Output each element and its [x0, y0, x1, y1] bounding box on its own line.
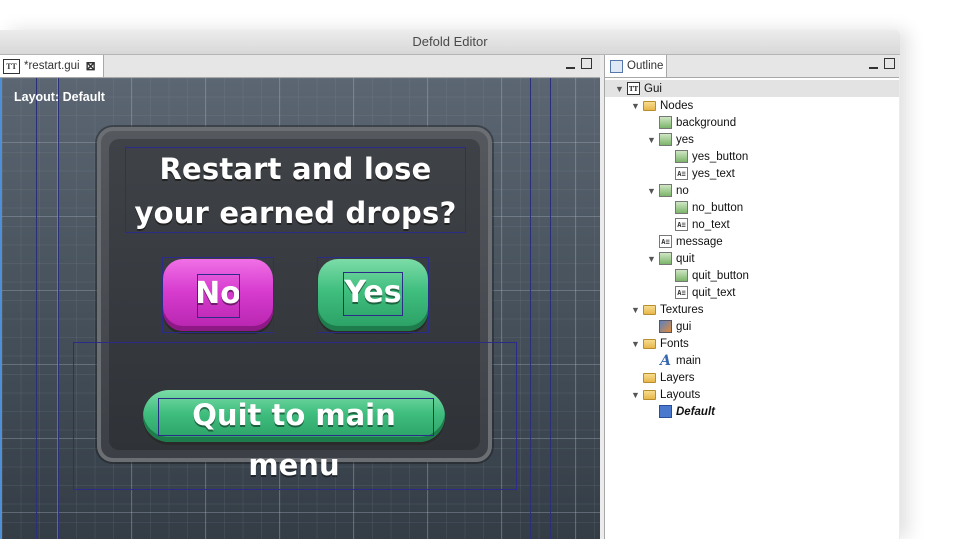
tree-item-label: Layers [660, 371, 695, 384]
expand-triangle-icon[interactable]: ▼ [631, 101, 641, 111]
guide-line [550, 78, 551, 539]
tree-item-yes[interactable]: ▼ yes [647, 131, 694, 148]
expand-triangle-icon[interactable]: ▼ [615, 84, 625, 94]
tree-item-label: yes_text [692, 167, 735, 180]
expand-triangle-icon[interactable]: ▼ [647, 135, 657, 145]
tree-item-label: quit [676, 252, 695, 265]
tree-item-label: message [676, 235, 723, 248]
tree-item-label: yes_button [692, 150, 749, 163]
tree-item-label: Nodes [660, 99, 694, 112]
tree-item-label: Textures [660, 303, 704, 316]
tree-item-main-font[interactable]: A main [659, 352, 701, 369]
tree-item-label: Gui [644, 82, 662, 95]
outline-icon [610, 59, 623, 73]
tree-item-label: quit_button [692, 269, 749, 282]
tree-item-label: Default [676, 405, 715, 418]
tt-icon: TT [627, 82, 640, 95]
outline-pane-controls [863, 58, 895, 72]
tab-label: *restart.gui [24, 60, 80, 72]
tree-item-gui[interactable]: ▼ TT Gui [605, 80, 899, 97]
tree-item-label: Layouts [660, 388, 701, 401]
guide-line [58, 78, 59, 539]
tree-item-no[interactable]: ▼ no [647, 182, 689, 199]
tree-item-no-button[interactable]: no_button [675, 199, 743, 216]
editor-pane-controls [560, 58, 592, 72]
guide-line [530, 78, 531, 539]
tree-item-textures[interactable]: ▼ Textures [631, 301, 703, 318]
close-icon[interactable]: ⊠ [86, 59, 96, 73]
maximize-icon[interactable] [884, 58, 895, 69]
box-node-icon [675, 201, 688, 214]
tree-item-message[interactable]: A≡ message [659, 233, 723, 250]
texture-icon [659, 320, 672, 333]
tree-item-yes-text[interactable]: A≡ yes_text [675, 165, 735, 182]
tree-item-quit-button[interactable]: quit_button [675, 267, 749, 284]
tree-item-label: yes [676, 133, 694, 146]
box-node-icon [675, 269, 688, 282]
message-bounds [125, 147, 466, 233]
tt-gui-icon: TT [3, 58, 20, 74]
folder-icon [643, 372, 656, 383]
tree-item-layouts[interactable]: ▼ Layouts [631, 386, 700, 403]
tree-item-quit-text[interactable]: A≡ quit_text [675, 284, 735, 301]
minimize-icon[interactable] [566, 62, 575, 69]
tab-outline[interactable]: Outline [605, 55, 667, 77]
tree-item-label: no_text [692, 218, 730, 231]
expand-triangle-icon[interactable]: ▼ [631, 390, 641, 400]
window-title: Defold Editor [0, 30, 900, 55]
outline-tab-label: Outline [627, 60, 664, 72]
tree-item-label: no_button [692, 201, 744, 214]
font-icon: A [660, 352, 671, 369]
outline-tabbar: Outline [604, 55, 899, 78]
tree-item-label: Fonts [660, 337, 689, 350]
tree-item-label: no [676, 184, 689, 197]
expand-triangle-icon[interactable]: ▼ [631, 339, 641, 349]
text-node-icon: A≡ [675, 286, 688, 299]
no-text-bounds [197, 274, 240, 318]
tree-item-nodes[interactable]: ▼ Nodes [631, 97, 693, 114]
tree-item-label: gui [676, 320, 692, 333]
tree-item-label: quit_text [692, 286, 736, 299]
editor-tabbar: TT *restart.gui ⊠ [0, 55, 600, 78]
yes-text-bounds [343, 272, 403, 316]
folder-icon [643, 338, 656, 349]
box-node-icon [659, 184, 672, 197]
tree-item-gui-texture[interactable]: gui [659, 318, 691, 335]
box-node-icon [675, 150, 688, 163]
tree-item-background[interactable]: background [659, 114, 736, 131]
tree-item-fonts[interactable]: ▼ Fonts [631, 335, 689, 352]
text-node-icon: A≡ [675, 167, 688, 180]
tree-item-no-text[interactable]: A≡ no_text [675, 216, 730, 233]
outline-tree: ▼ TT Gui ▼ Nodes background ▼ yes yes_bu… [604, 78, 899, 539]
folder-icon [643, 389, 656, 400]
tree-item-default-layout[interactable]: Default [659, 403, 715, 420]
tree-item-quit[interactable]: ▼ quit [647, 250, 695, 267]
quit-text-bounds [158, 398, 434, 436]
text-node-icon: A≡ [675, 218, 688, 231]
folder-icon [643, 304, 656, 315]
gui-canvas[interactable]: Layout: Default Restart and lose your ea… [0, 78, 600, 539]
text-node-icon: A≡ [659, 235, 672, 248]
box-node-icon [659, 116, 672, 129]
tree-item-layers[interactable]: Layers [643, 369, 695, 386]
expand-triangle-icon[interactable]: ▼ [647, 186, 657, 196]
guide-line [36, 78, 37, 539]
minimize-icon[interactable] [869, 62, 878, 69]
tree-item-label: background [676, 116, 737, 129]
tree-item-label: main [676, 354, 701, 367]
expand-triangle-icon[interactable]: ▼ [631, 305, 641, 315]
folder-icon [643, 100, 656, 111]
tab-restart-gui[interactable]: TT *restart.gui ⊠ [0, 55, 104, 77]
layout-label: Layout: Default [14, 90, 105, 104]
box-node-icon [659, 252, 672, 265]
box-node-icon [659, 133, 672, 146]
expand-triangle-icon[interactable]: ▼ [647, 254, 657, 264]
layout-icon [659, 405, 672, 418]
tree-item-yes-button[interactable]: yes_button [675, 148, 748, 165]
maximize-icon[interactable] [581, 58, 592, 69]
